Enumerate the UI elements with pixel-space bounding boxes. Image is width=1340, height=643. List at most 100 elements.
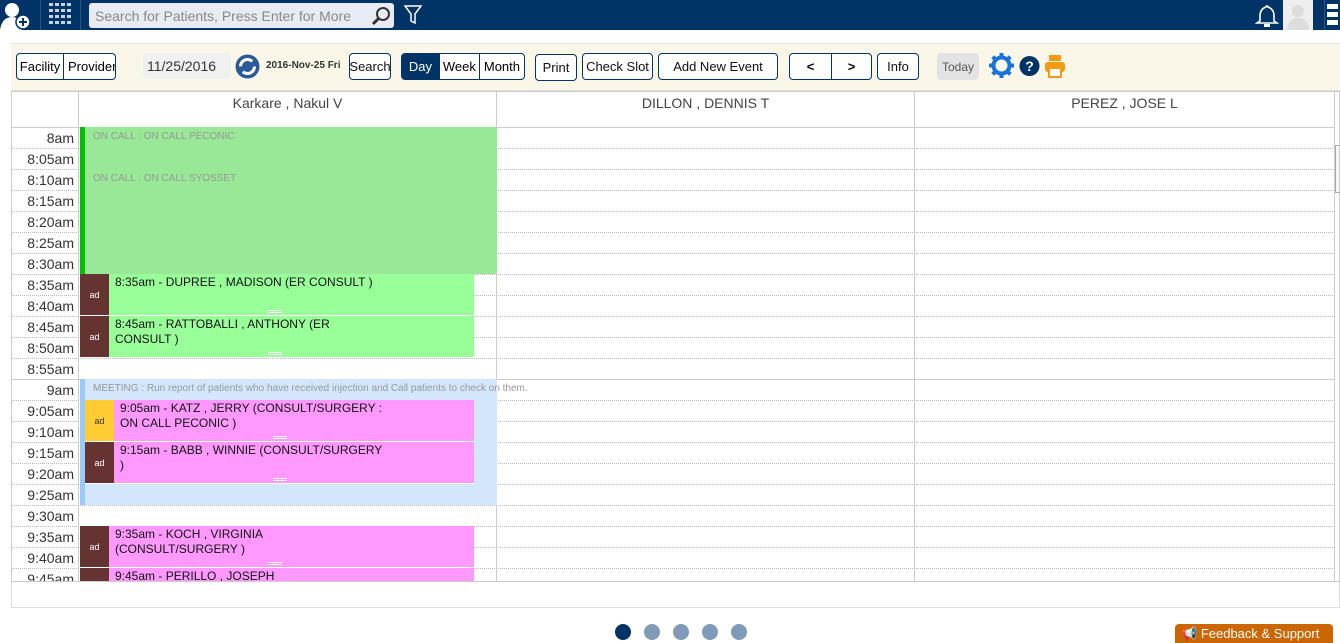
appointment-text: 8:45am - RATTOBALLI , ANTHONY (ER CONSUL… [115, 317, 330, 346]
event-title: MEETING : Run report of patients who hav… [93, 383, 528, 394]
calendar-block-event[interactable]: ON CALL : ON CALL SYOSSET [80, 169, 497, 274]
next-day-button[interactable]: > [832, 54, 871, 79]
time-column-header [12, 92, 79, 127]
appointment-type-badge: ad [80, 316, 109, 357]
top-bar: Search for Patients, Press Enter for Mor… [0, 0, 1340, 30]
search-icon[interactable] [371, 6, 391, 26]
feedback-label: Feedback & Support [1200, 626, 1320, 641]
menu-icon[interactable] [1327, 3, 1339, 27]
provider-column-header[interactable]: DILLON , DENNIS T [497, 92, 915, 127]
print-button[interactable]: Print [535, 54, 577, 81]
time-label: 9:35am [27, 529, 74, 545]
time-slot-row[interactable]: 9:30am [12, 505, 1335, 526]
time-label: 9:20am [27, 466, 74, 482]
provider-column-header[interactable]: Karkare , Nakul V [79, 92, 497, 127]
appointment[interactable]: ad 9:35am - KOCH , VIRGINIA (CONSULT/SURG… [80, 526, 474, 568]
time-label: 8:15am [27, 193, 74, 209]
appointment-type-badge: ad [80, 274, 109, 315]
resize-handle[interactable] [268, 352, 282, 355]
time-label: 8:55am [27, 361, 74, 377]
time-label: 9:45am [27, 571, 74, 582]
appointment[interactable]: ad 9:45am - PERILLO , JOSEPH [80, 568, 474, 582]
help-icon[interactable]: ? [1019, 55, 1040, 77]
settings-gear-icon[interactable] [989, 53, 1014, 78]
add-patient-icon[interactable] [0, 2, 32, 30]
time-label: 9:25am [27, 487, 74, 503]
filter-icon[interactable] [404, 5, 422, 25]
appointment-text: 9:45am - PERILLO , JOSEPH [115, 569, 275, 582]
appointment-text: 8:35am - DUPREE , MADISON (ER CONSULT ) [115, 275, 373, 289]
facility-button[interactable]: Facility [17, 54, 64, 79]
time-label: 9:40am [27, 550, 74, 566]
time-label: 8:10am [27, 172, 74, 188]
scrollbar[interactable] [1335, 127, 1339, 581]
pagination-dot[interactable] [615, 624, 631, 640]
apps-grid-icon[interactable] [49, 3, 75, 25]
appointment[interactable]: ad 8:45am - RATTOBALLI , ANTHONY (ER CONS… [80, 316, 474, 358]
time-label: 8:35am [27, 277, 74, 293]
day-calendar-grid: Karkare , Nakul V DILLON , DENNIS T PERE… [11, 91, 1340, 582]
date-input[interactable]: 11/25/2016 [143, 53, 231, 79]
scrollbar-thumb[interactable] [1335, 145, 1339, 193]
resize-handle[interactable] [268, 562, 282, 565]
pagination-dot[interactable] [673, 624, 689, 640]
appointment-text: 9:15am - BABB , WINNIE (CONSULT/SURGERY … [120, 443, 383, 472]
time-label: 8:05am [27, 151, 74, 167]
time-label: 9:05am [27, 403, 74, 419]
provider-column-header[interactable]: PEREZ , JOSE L [915, 92, 1335, 127]
view-month-tab[interactable]: Month [480, 54, 524, 79]
time-label: 8:40am [27, 298, 74, 314]
time-label: 8:50am [27, 340, 74, 356]
time-label: 8:20am [27, 214, 74, 230]
info-button[interactable]: Info [877, 53, 919, 80]
resize-handle[interactable] [273, 436, 287, 439]
appointment-type-badge: ad [80, 526, 109, 567]
megaphone-icon: 📢 [1181, 626, 1198, 641]
time-label: 8:45am [27, 319, 74, 335]
grid-footer [11, 582, 1340, 608]
pagination-dot[interactable] [702, 624, 718, 640]
appointment-text: 9:35am - KOCH , VIRGINIA (CONSULT/SURGER… [115, 527, 263, 556]
pagination-dots [615, 624, 747, 640]
date-label: 2016-Nov-25 Fri [266, 60, 341, 71]
time-label: 8:30am [27, 256, 74, 272]
appointment-type-badge: ad [85, 442, 114, 483]
appointment-type-badge: ad [80, 568, 109, 581]
notification-bell-icon[interactable] [1255, 4, 1279, 28]
avatar[interactable] [1283, 0, 1313, 30]
feedback-support-button[interactable]: 📢 Feedback & Support [1175, 624, 1333, 643]
search-button[interactable]: Search [349, 53, 391, 80]
add-new-event-button[interactable]: Add New Event [658, 53, 778, 80]
time-label: 9am [46, 382, 74, 398]
user-silhouette-icon [1287, 5, 1309, 30]
svg-text:?: ? [1025, 58, 1034, 74]
resize-handle[interactable] [268, 310, 282, 313]
view-switcher: Day Week Month [401, 53, 525, 80]
pagination-dot[interactable] [731, 624, 747, 640]
time-label: 9:15am [27, 445, 74, 461]
time-slot-row[interactable]: 8:55am [12, 358, 1335, 379]
time-label: 9:30am [27, 508, 74, 524]
appointment-text: 9:05am - KATZ , JERRY (CONSULT/SURGERY :… [120, 401, 383, 430]
appointment[interactable]: ad 9:15am - BABB , WINNIE (CONSULT/SURGER… [85, 442, 474, 484]
today-button[interactable]: Today [937, 53, 979, 80]
refresh-icon[interactable] [235, 54, 260, 79]
resize-handle[interactable] [273, 478, 287, 481]
patient-search-input[interactable]: Search for Patients, Press Enter for Mor… [89, 3, 394, 28]
appointment[interactable]: ad 8:35am - DUPREE , MADISON (ER CONSULT … [80, 274, 474, 316]
pagination-dot[interactable] [644, 624, 660, 640]
event-title: ON CALL : ON CALL PECONIC [93, 131, 235, 142]
appointment-type-badge: ad [85, 400, 114, 441]
calendar-block-event[interactable]: ON CALL : ON CALL PECONIC [80, 127, 497, 169]
check-slot-button[interactable]: Check Slot [582, 53, 653, 80]
view-day-tab[interactable]: Day [402, 54, 440, 79]
event-title: ON CALL : ON CALL SYOSSET [93, 173, 237, 184]
time-label: 9:10am [27, 424, 74, 440]
time-label: 8am [46, 130, 74, 146]
time-label: 8:25am [27, 235, 74, 251]
view-week-tab[interactable]: Week [440, 54, 480, 79]
previous-day-button[interactable]: < [790, 54, 832, 79]
provider-button[interactable]: Provider [64, 54, 115, 79]
printer-icon[interactable] [1044, 54, 1066, 78]
appointment[interactable]: ad 9:05am - KATZ , JERRY (CONSULT/SURGERY… [85, 400, 474, 442]
